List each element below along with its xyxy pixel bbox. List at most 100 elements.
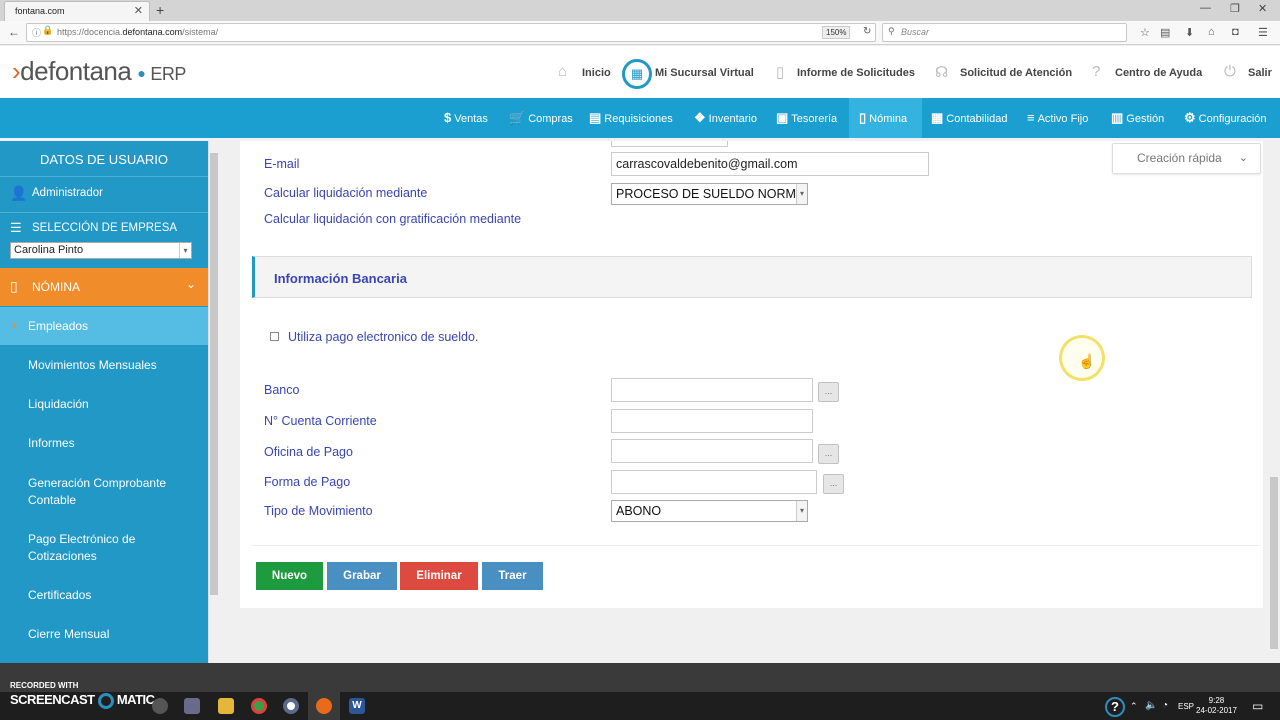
nav-label: Compras [528, 113, 573, 125]
browser-search-input[interactable]: Buscar [882, 23, 1127, 42]
banco-field[interactable] [611, 378, 813, 402]
close-window-icon[interactable]: ✕ [1258, 2, 1267, 15]
language-indicator[interactable]: ESP [1178, 702, 1194, 711]
calc-select[interactable]: PROCESO DE SUELDO NORMAL ▾ [611, 183, 808, 205]
nav-requisiciones[interactable]: ▤ Requisiciones [589, 98, 689, 138]
restore-icon[interactable]: ❐ [1230, 2, 1240, 15]
document-icon: ▯ [776, 64, 785, 81]
nav-label: Requisiciones [604, 113, 673, 125]
forma-field[interactable] [611, 470, 817, 494]
cuenta-label: N° Cuenta Corriente [264, 414, 377, 428]
app-icon[interactable] [184, 698, 200, 714]
quick-create-dropdown[interactable]: Creación rápida ⌄ [1112, 143, 1261, 174]
tipo-select[interactable]: ABONO ▾ [611, 500, 808, 522]
firefox-icon[interactable] [316, 698, 332, 714]
banco-lookup-button[interactable]: ... [818, 382, 839, 402]
traer-button[interactable]: Traer [482, 562, 543, 590]
company-select[interactable]: Carolina Pinto ▾ [10, 242, 192, 259]
sidebar-item-liquidacion[interactable]: Liquidación [28, 397, 203, 411]
sidebar-item-empleados[interactable]: › Empleados [0, 307, 208, 345]
chrome-icon[interactable] [251, 698, 267, 714]
new-tab-icon[interactable]: + [156, 1, 164, 19]
header-link-informe[interactable]: Informe de Solicitudes [797, 67, 915, 79]
email-field[interactable]: carrascovaldebenito@gmail.com [611, 152, 929, 176]
sidebar-item-comprobante[interactable]: Generación Comprobante Contable [28, 475, 188, 509]
home-icon[interactable]: ⌂ [1208, 26, 1215, 38]
email-value: carrascovaldebenito@gmail.com [616, 157, 798, 171]
nav-activo-fijo[interactable]: ≡ Activo Fijo [1027, 98, 1101, 138]
reading-list-icon[interactable]: ▤ [1160, 26, 1170, 39]
clock[interactable]: 9:28 24-02-2017 [1196, 696, 1237, 716]
nav-compras[interactable]: 🛒 Compras [509, 98, 579, 138]
partial-input[interactable] [611, 141, 728, 147]
info-icon[interactable]: ⓘ [32, 26, 41, 39]
screencast-o-icon [97, 692, 114, 709]
notification-icon[interactable]: ▭ [1252, 699, 1263, 713]
screencast-logo: SCREENCAST MATIC [10, 692, 155, 709]
sidebar-scrollbar-thumb[interactable] [210, 153, 218, 595]
dropbox-icon: ❖ [694, 110, 706, 125]
sidebar-item-movimientos[interactable]: Movimientos Mensuales [28, 358, 203, 372]
sidebar-module-nomina[interactable]: ▯ NÓMINA ⌄ [0, 268, 208, 306]
header-link-inicio[interactable]: Inicio [582, 67, 611, 79]
nav-inventario[interactable]: ❖ Inventario [694, 98, 768, 138]
browser-search-placeholder: Buscar [901, 27, 930, 37]
nav-tesoreria[interactable]: ▣ Tesorería [776, 98, 848, 138]
header-link-solicitud[interactable]: Solicitud de Atención [960, 67, 1072, 79]
url-bar[interactable]: https://docencia.defontana.com/sistema/ [26, 23, 876, 42]
browser-tab[interactable]: fontana.com ✕ [4, 1, 150, 21]
sidebar-user: Administrador [32, 187, 103, 199]
sidebar-item-certificados[interactable]: Certificados [28, 588, 203, 602]
defontana-logo[interactable]: ›defontana ● ERP [12, 56, 186, 87]
logo-erp: ERP [150, 64, 186, 84]
lock-warning-icon: 🔒 [42, 25, 54, 35]
electronic-pay-checkbox[interactable] [270, 332, 279, 341]
close-tab-icon[interactable]: ✕ [134, 2, 143, 20]
nav-nomina[interactable]: ▯ Nómina [849, 98, 922, 138]
minimize-icon[interactable]: — [1200, 2, 1211, 14]
folder-icon[interactable] [218, 698, 234, 714]
nav-label: Gestión [1126, 113, 1165, 125]
calc-value: PROCESO DE SUELDO NORMAL [616, 187, 808, 201]
pocket-icon[interactable]: ◘ [1232, 26, 1239, 38]
sidebar-item-informes[interactable]: Informes [28, 436, 203, 450]
volume-icon[interactable]: 🔈 [1145, 700, 1157, 711]
app-icon[interactable] [283, 698, 299, 714]
reload-icon[interactable]: ↻ [863, 26, 871, 37]
forma-lookup-button[interactable]: ... [823, 474, 844, 494]
sidebar-item-label: Empleados [28, 319, 89, 333]
download-icon[interactable]: ⬇ [1185, 26, 1194, 39]
hamburger-menu-icon[interactable]: ☰ [1258, 26, 1268, 39]
cuenta-field[interactable] [611, 409, 813, 433]
nav-contabilidad[interactable]: ▦ Contabilidad [931, 98, 1017, 138]
oficina-lookup-button[interactable]: ... [818, 444, 839, 464]
nav-gestion[interactable]: ▥ Gestión [1111, 98, 1177, 138]
header-link-sucursal[interactable]: Mi Sucursal Virtual [655, 67, 754, 79]
chevron-up-icon[interactable]: ⌃ [1130, 701, 1138, 712]
clock-date: 24-02-2017 [1196, 706, 1237, 715]
sidebar-item-pago-electronico[interactable]: Pago Electrónico de Cotizaciones [28, 531, 168, 565]
word-icon[interactable]: W [349, 698, 365, 714]
oficina-field[interactable] [611, 439, 813, 463]
electronic-pay-label[interactable]: Utiliza pago electronico de sueldo. [288, 330, 478, 344]
eliminar-button[interactable]: Eliminar [400, 562, 478, 590]
forma-label: Forma de Pago [264, 475, 351, 489]
help-icon[interactable]: ? [1105, 697, 1125, 717]
nav-ventas[interactable]: $ Ventas [444, 98, 500, 138]
sidebar-item-cierre[interactable]: Cierre Mensual [28, 627, 203, 641]
back-icon[interactable]: ← [8, 25, 20, 39]
page-scrollbar-thumb[interactable] [1270, 477, 1278, 649]
bookmark-star-icon[interactable]: ☆ [1140, 26, 1150, 39]
app-icon[interactable] [152, 698, 168, 714]
recorder-band [0, 663, 1280, 692]
network-icon[interactable]: ◔ [1162, 700, 1168, 711]
grabar-button[interactable]: Grabar [327, 562, 397, 590]
nuevo-button[interactable]: Nuevo [256, 562, 323, 590]
form-divider [252, 545, 1260, 546]
nav-configuracion[interactable]: ⚙ Configuración [1184, 98, 1278, 138]
header-link-ayuda[interactable]: Centro de Ayuda [1115, 67, 1202, 79]
company-select-value: Carolina Pinto [14, 244, 84, 256]
zoom-level[interactable]: 150% [822, 26, 851, 39]
header-link-salir[interactable]: Salir [1248, 67, 1272, 79]
chevron-down-icon: ▾ [796, 501, 807, 521]
